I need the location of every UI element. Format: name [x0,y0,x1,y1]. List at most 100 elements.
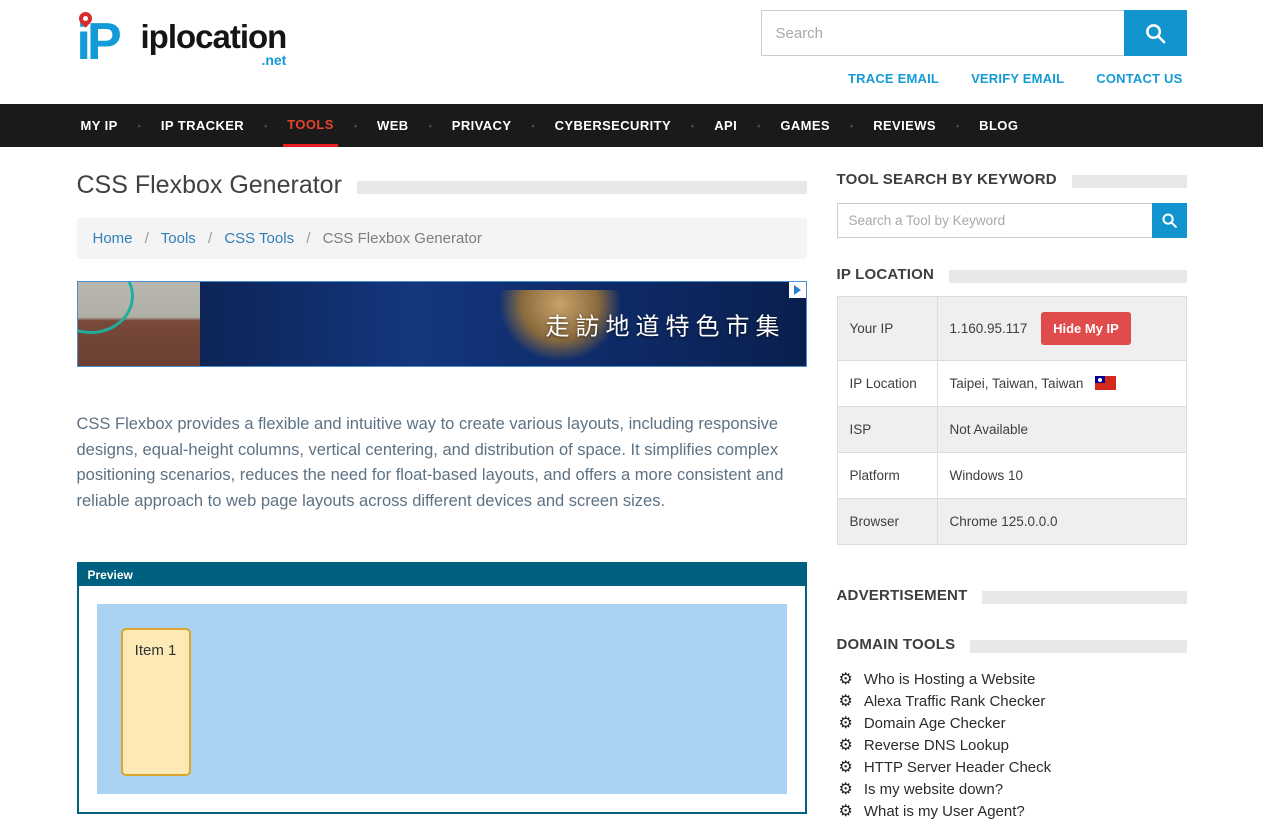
header-search-input[interactable] [761,10,1124,56]
nav-separator [741,104,776,147]
breadcrumb: Home / Tools / CSS Tools / CSS Flexbox G… [77,218,807,259]
heading-decorative-bar [1072,175,1187,188]
taiwan-flag-icon [1095,376,1116,390]
page: iP iplocation .net [0,0,1263,840]
nav-separator [675,104,710,147]
nav-separator [515,104,550,147]
nav-item-web[interactable]: WEB [373,104,413,147]
nav-item-blog[interactable]: BLOG [975,104,1022,147]
gear-icon: ⚙ [839,759,853,776]
contact-us-link[interactable]: CONTACT US [1096,71,1182,86]
row-value: Not Available [937,407,1186,453]
row-value: 1.160.95.117 Hide My IP [937,297,1186,361]
domain-tool-link-http-header[interactable]: HTTP Server Header Check [864,759,1051,776]
flex-preview-container: Item 1 [97,604,787,794]
your-ip-value: 1.160.95.117 [950,321,1028,336]
domain-tool-link-reverse-dns[interactable]: Reverse DNS Lookup [864,737,1009,754]
sidebar: TOOL SEARCH BY KEYWORD IP LOCATION [837,171,1187,823]
domain-tools-list: ⚙ Who is Hosting a Website ⚙ Alexa Traff… [837,669,1187,823]
site-logo[interactable]: iP iplocation .net [77,10,287,86]
domain-tool-link-hosting[interactable]: Who is Hosting a Website [864,671,1035,688]
gear-icon: ⚙ [839,737,853,754]
list-item: ⚙ HTTP Server Header Check [837,757,1187,779]
row-label: Browser [837,499,937,545]
gear-icon: ⚙ [839,715,853,732]
nav-item-my-ip[interactable]: MY IP [77,104,122,147]
main-nav: MY IP IP TRACKER TOOLS WEB PRIVACY CYBER… [0,104,1263,147]
ad-banner[interactable]: 走訪地道特色市集 [77,281,807,367]
logo-wordmark: iplocation [141,20,287,54]
tool-search-button[interactable] [1152,203,1187,238]
nav-item-ip-tracker[interactable]: IP TRACKER [157,104,248,147]
breadcrumb-separator: / [145,230,149,247]
header-search-button[interactable] [1124,10,1187,56]
nav-separator [834,104,869,147]
logo-mark-icon: iP [77,10,139,74]
verify-email-link[interactable]: VERIFY EMAIL [971,71,1064,86]
page-title: CSS Flexbox Generator [77,171,342,200]
heading-decorative-bar [982,591,1186,604]
ip-location-heading: IP LOCATION [837,266,934,283]
ad-photo-image [78,282,200,366]
domain-tool-link-website-down[interactable]: Is my website down? [864,781,1003,798]
nav-item-api[interactable]: API [710,104,741,147]
trace-email-link[interactable]: TRACE EMAIL [848,71,939,86]
header-links: TRACE EMAIL VERIFY EMAIL CONTACT US [848,71,1186,86]
breadcrumb-css-tools[interactable]: CSS Tools [224,230,294,247]
row-label: Your IP [837,297,937,361]
search-icon [1144,22,1167,45]
list-item: ⚙ Alexa Traffic Rank Checker [837,691,1187,713]
logo-tld: .net [141,52,287,68]
list-item: ⚙ Is my website down? [837,779,1187,801]
table-row: Your IP 1.160.95.117 Hide My IP [837,297,1186,361]
list-item: ⚙ Domain Age Checker [837,713,1187,735]
row-label: ISP [837,407,937,453]
row-value: Chrome 125.0.0.0 [937,499,1186,545]
domain-tool-link-domain-age[interactable]: Domain Age Checker [864,715,1006,732]
nav-item-cybersecurity[interactable]: CYBERSECURITY [551,104,675,147]
advertisement-heading: ADVERTISEMENT [837,587,968,604]
table-row: ISP Not Available [837,407,1186,453]
domain-tool-link-user-agent[interactable]: What is my User Agent? [864,803,1025,820]
nav-item-games[interactable]: GAMES [776,104,834,147]
nav-separator [248,104,283,147]
nav-item-reviews[interactable]: REVIEWS [869,104,940,147]
preview-header: Preview [79,564,805,586]
main-content: CSS Flexbox Generator Home / Tools / CSS… [77,171,807,823]
nav-separator [122,104,157,147]
hide-my-ip-button[interactable]: Hide My IP [1041,312,1131,345]
heading-decorative-bar [949,270,1187,283]
table-row: Browser Chrome 125.0.0.0 [837,499,1186,545]
breadcrumb-current: CSS Flexbox Generator [323,230,482,247]
adchoices-icon[interactable] [789,282,806,298]
breadcrumb-separator: / [208,230,212,247]
header-search [761,10,1187,56]
flex-preview-item[interactable]: Item 1 [121,628,191,776]
tool-search-heading: TOOL SEARCH BY KEYWORD [837,171,1057,188]
nav-separator [940,104,975,147]
tool-search-input[interactable] [837,203,1152,238]
ad-caption: 走訪地道特色市集 [546,307,786,342]
nav-item-tools[interactable]: TOOLS [283,104,338,147]
nav-separator [413,104,448,147]
list-item: ⚙ Reverse DNS Lookup [837,735,1187,757]
title-decorative-bar [357,181,807,194]
breadcrumb-tools[interactable]: Tools [161,230,196,247]
gear-icon: ⚙ [839,671,853,688]
gear-icon: ⚙ [839,693,853,710]
list-item: ⚙ What is my User Agent? [837,801,1187,823]
table-row: Platform Windows 10 [837,453,1186,499]
breadcrumb-separator: / [306,230,310,247]
list-item: ⚙ Who is Hosting a Website [837,669,1187,691]
search-icon [1161,212,1178,229]
ip-location-value: Taipei, Taiwan, Taiwan [950,376,1084,391]
nav-item-privacy[interactable]: PRIVACY [448,104,516,147]
breadcrumb-home[interactable]: Home [93,230,133,247]
nav-separator [338,104,373,147]
ad-main-image: 走訪地道特色市集 [200,282,806,366]
domain-tools-heading: DOMAIN TOOLS [837,636,956,653]
row-label: Platform [837,453,937,499]
tool-description: CSS Flexbox provides a flexible and intu… [77,412,807,514]
ip-location-table: Your IP 1.160.95.117 Hide My IP IP Locat… [837,296,1187,545]
domain-tool-link-alexa-rank[interactable]: Alexa Traffic Rank Checker [864,693,1045,710]
